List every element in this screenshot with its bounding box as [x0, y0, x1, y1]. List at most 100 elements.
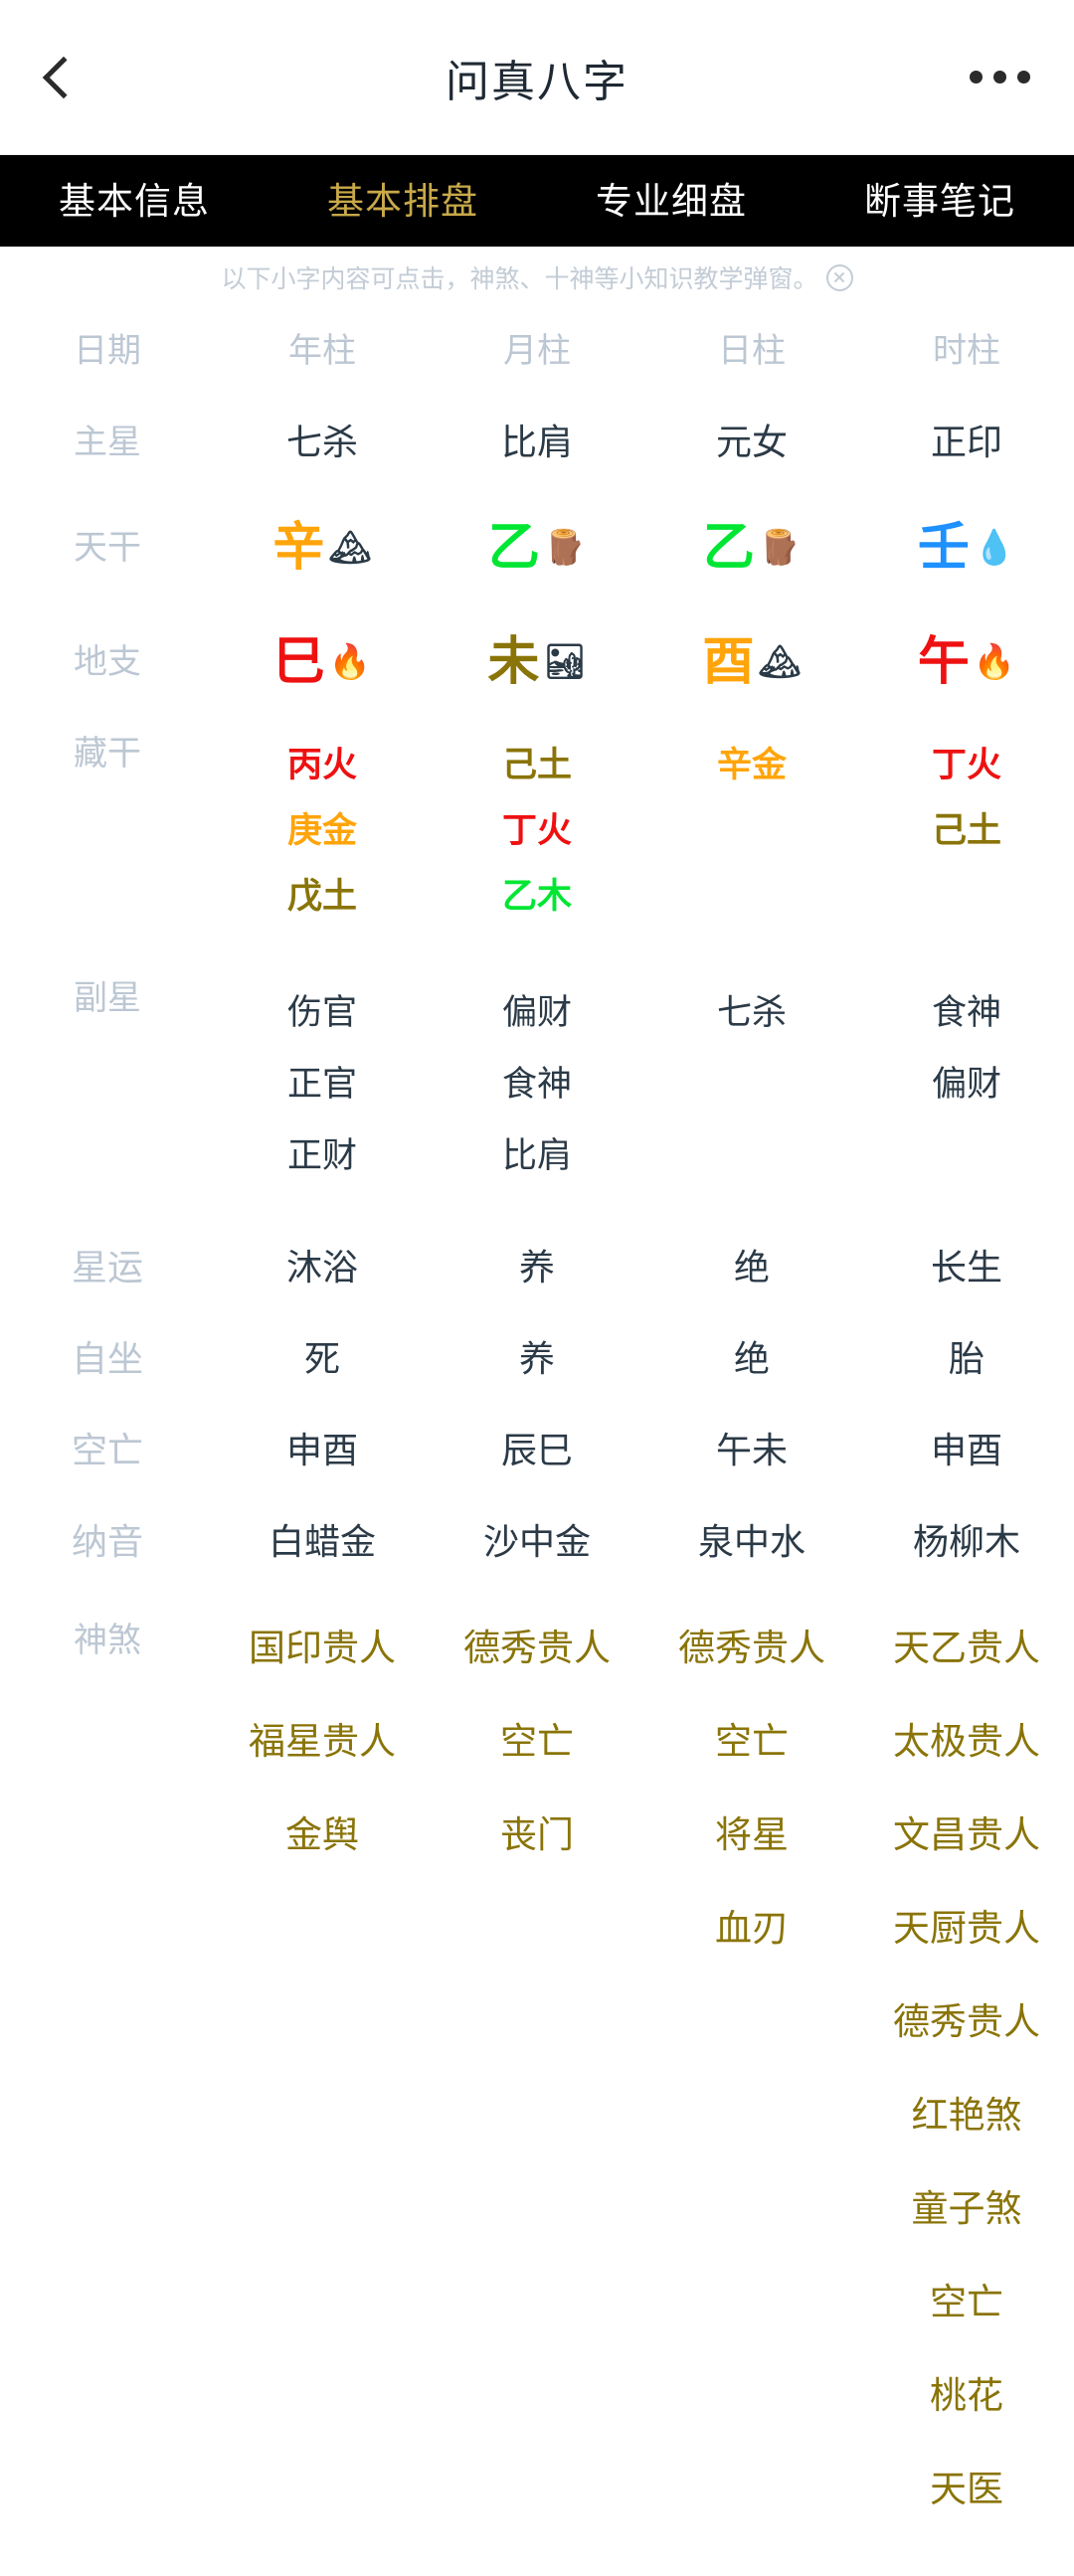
list-item[interactable]: 德秀贵人 — [430, 1602, 644, 1695]
list-item[interactable]: 国印贵人 — [215, 1602, 430, 1695]
list-item[interactable]: 七杀 — [644, 977, 859, 1049]
sub-star-month[interactable]: 偏财 食神 比肩 — [430, 977, 644, 1192]
void-hour[interactable]: 申酉 — [859, 1433, 1074, 1468]
void-day[interactable]: 午未 — [644, 1433, 859, 1468]
list-item[interactable]: 文昌贵人 — [859, 1789, 1074, 1882]
row-hidden-stems: 藏干 丙火 庚金 戊土 己土 丁火 乙木 辛金 丁火 己土 — [0, 719, 1074, 930]
list-item[interactable]: 正官 — [215, 1049, 430, 1120]
heavenly-stem-hour[interactable]: 壬 💧 — [859, 522, 1074, 574]
self-sitting-hour[interactable]: 胎 — [859, 1341, 1074, 1377]
hidden-stems-month[interactable]: 己土 丁火 乙木 — [430, 733, 644, 930]
list-item[interactable]: 福星贵人 — [215, 1695, 430, 1789]
list-item[interactable]: 庚金 — [215, 798, 430, 864]
more-horizontal-icon — [969, 71, 983, 84]
header-day-pillar: 日柱 — [718, 332, 786, 370]
header-month-pillar: 月柱 — [503, 332, 571, 370]
stem-char: 壬 — [917, 519, 970, 577]
more-options-button[interactable] — [925, 0, 1074, 154]
list-item[interactable]: 丙火 — [215, 733, 430, 798]
main-star-year[interactable]: 七杀 — [215, 425, 430, 460]
list-item[interactable]: 天医 — [859, 2443, 1074, 2536]
sub-star-year[interactable]: 伤官 正官 正财 — [215, 977, 430, 1192]
list-item[interactable]: 丁火 — [859, 733, 1074, 798]
list-item[interactable]: 戊土 — [215, 864, 430, 930]
list-item[interactable]: 伤官 — [215, 977, 430, 1049]
list-item[interactable]: 食神 — [430, 1049, 644, 1120]
list-item[interactable]: 金舆 — [215, 1789, 430, 1882]
list-item[interactable]: 空亡 — [430, 1695, 644, 1789]
back-button[interactable] — [0, 0, 119, 154]
star-fortune-day[interactable]: 绝 — [644, 1250, 859, 1286]
header-hour-pillar: 时柱 — [933, 332, 1000, 370]
notice-bar[interactable]: 以下小字内容可点击，神煞、十神等小知识教学弹窗。 — [0, 247, 1074, 308]
list-item[interactable]: 将星 — [644, 1789, 859, 1882]
hidden-stems-year[interactable]: 丙火 庚金 戊土 — [215, 733, 430, 930]
list-item[interactable]: 辛金 — [644, 733, 859, 798]
void-month[interactable]: 辰巳 — [430, 1433, 644, 1468]
shensha-year[interactable]: 国印贵人 福星贵人 金舆 — [215, 1602, 430, 1882]
tab-notes[interactable]: 断事笔记 — [806, 183, 1074, 220]
row-label-main-star: 主星 — [74, 424, 141, 461]
shensha-month[interactable]: 德秀贵人 空亡 丧门 — [430, 1602, 644, 1882]
nayin-month[interactable]: 沙中金 — [430, 1524, 644, 1560]
tab-basic-chart[interactable]: 基本排盘 — [268, 183, 537, 220]
main-star-day[interactable]: 元女 — [644, 425, 859, 460]
row-label-nayin: 纳音 — [71, 1521, 143, 1562]
shensha-day[interactable]: 德秀贵人 空亡 将星 血刃 — [644, 1602, 859, 1975]
star-fortune-hour[interactable]: 长生 — [859, 1250, 1074, 1286]
self-sitting-day[interactable]: 绝 — [644, 1341, 859, 1377]
list-item[interactable]: 偏财 — [430, 977, 644, 1049]
list-item[interactable]: 正财 — [215, 1120, 430, 1192]
list-item[interactable]: 太极贵人 — [859, 1695, 1074, 1789]
star-fortune-year[interactable]: 沐浴 — [215, 1250, 430, 1286]
main-star-month[interactable]: 比肩 — [430, 425, 644, 460]
nayin-day[interactable]: 泉中水 — [644, 1524, 859, 1560]
earthly-branch-month[interactable]: 未 🏜 — [430, 636, 644, 688]
element-earth-icon: 🏜 — [543, 642, 587, 681]
list-item[interactable]: 血刃 — [644, 1882, 859, 1975]
element-metal-icon: 🏔 — [328, 529, 372, 567]
self-sitting-month[interactable]: 养 — [430, 1341, 644, 1377]
earthly-branch-day[interactable]: 酉 🏔 — [644, 636, 859, 688]
list-item[interactable]: 丧门 — [430, 1789, 644, 1882]
sub-star-hour[interactable]: 食神 偏财 — [859, 977, 1074, 1120]
main-star-hour[interactable]: 正印 — [859, 425, 1074, 460]
sub-star-day[interactable]: 七杀 — [644, 977, 859, 1049]
self-sitting-year[interactable]: 死 — [215, 1341, 430, 1377]
list-item[interactable]: 德秀贵人 — [644, 1602, 859, 1695]
list-item[interactable]: 偏财 — [859, 1049, 1074, 1120]
list-item[interactable]: 天厨贵人 — [859, 1882, 1074, 1975]
shensha-hour[interactable]: 天乙贵人 太极贵人 文昌贵人 天厨贵人 德秀贵人 红艳煞 童子煞 空亡 桃花 天医 — [859, 1602, 1074, 2536]
close-circle-icon[interactable] — [825, 263, 853, 291]
earthly-branch-year[interactable]: 巳 🔥 — [215, 636, 430, 688]
row-shensha: 神煞 国印贵人 福星贵人 金舆 德秀贵人 空亡 丧门 德秀贵人 空亡 将星 血刃 天乙贵人 太极… — [0, 1588, 1074, 2536]
row-self-sitting: 自坐 死 养 绝 胎 — [0, 1313, 1074, 1405]
list-item[interactable]: 食神 — [859, 977, 1074, 1049]
list-item[interactable]: 空亡 — [644, 1695, 859, 1789]
heavenly-stem-month[interactable]: 乙 🪵 — [430, 522, 644, 574]
hidden-stems-day[interactable]: 辛金 — [644, 733, 859, 798]
list-item[interactable]: 童子煞 — [859, 2162, 1074, 2256]
nayin-year[interactable]: 白蜡金 — [215, 1524, 430, 1560]
hidden-stems-hour[interactable]: 丁火 己土 — [859, 733, 1074, 864]
void-year[interactable]: 申酉 — [215, 1433, 430, 1468]
list-item[interactable]: 天乙贵人 — [859, 1602, 1074, 1695]
list-item[interactable]: 桃花 — [859, 2349, 1074, 2443]
list-item[interactable]: 红艳煞 — [859, 2069, 1074, 2162]
row-heavenly-stem: 天干 辛 🏔 乙 🪵 乙 🪵 壬 💧 — [0, 491, 1074, 604]
tab-basic-info[interactable]: 基本信息 — [0, 183, 268, 220]
nayin-hour[interactable]: 杨柳木 — [859, 1524, 1074, 1560]
star-fortune-month[interactable]: 养 — [430, 1250, 644, 1286]
list-item[interactable]: 丁火 — [430, 798, 644, 864]
list-item[interactable]: 德秀贵人 — [859, 1975, 1074, 2069]
list-item[interactable]: 己土 — [430, 733, 644, 798]
list-item[interactable]: 乙木 — [430, 864, 644, 930]
tab-pro-chart[interactable]: 专业细盘 — [537, 183, 806, 220]
heavenly-stem-year[interactable]: 辛 🏔 — [215, 522, 430, 574]
heavenly-stem-day[interactable]: 乙 🪵 — [644, 522, 859, 574]
list-item[interactable]: 比肩 — [430, 1120, 644, 1192]
list-item[interactable]: 己土 — [859, 798, 1074, 864]
list-item[interactable]: 空亡 — [859, 2256, 1074, 2349]
earthly-branch-hour[interactable]: 午 🔥 — [859, 636, 1074, 688]
